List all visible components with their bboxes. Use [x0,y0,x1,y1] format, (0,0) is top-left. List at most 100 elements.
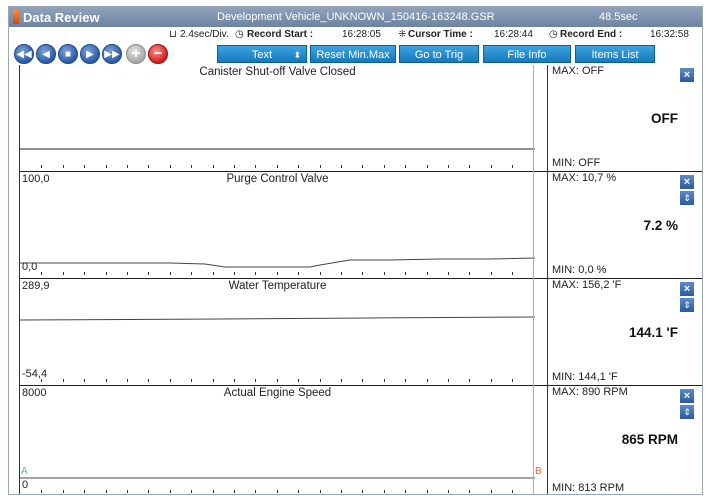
max-value: MAX: 890 RPM [552,386,628,398]
step-forward-icon: ▶ [86,49,94,60]
go-to-trig-button[interactable]: Go to Trig [399,45,479,63]
info-line: ⊔ 2.4sec/Div. ◷ Record Start : 16:28:05 … [9,27,702,42]
time-tick [490,272,492,275]
stop-button[interactable]: ■ [58,44,78,64]
step-forward-button[interactable]: ▶ [80,44,100,64]
time-tick [405,272,407,275]
scale-signal-button[interactable]: ⇕ [680,191,694,205]
time-tick [512,379,514,382]
time-tick [191,165,193,168]
scale-signal-button[interactable]: ⇕ [680,298,694,312]
fast-forward-icon: ▶▶ [104,49,120,60]
time-ticks [20,489,535,493]
close-signal-button[interactable]: × [680,282,694,296]
time-tick [405,379,407,382]
time-tick [490,379,492,382]
signal-plot[interactable]: Canister Shut-off Valve Closed [19,65,535,171]
time-tick [169,490,171,493]
remove-signal-button[interactable]: − [148,44,168,64]
min-value: MIN: OFF [552,157,601,169]
scale-signal-button[interactable]: ⇕ [680,405,694,419]
time-tick [169,272,171,275]
record-end-label: Record End : [560,29,623,40]
crosshair-icon: ⁜ [398,29,407,40]
time-tick [319,165,321,168]
time-tick [298,490,300,493]
signal-trace [20,148,535,150]
time-tick [341,379,342,382]
record-start-time: 16:28:05 [342,29,381,40]
cursor-time-label: Cursor Time : [408,29,473,40]
time-tick [490,490,492,493]
time-tick [255,272,257,275]
signal-plot[interactable]: 8000 Actual Engine Speed 0 [19,386,535,494]
graph-area[interactable]: Canister Shut-off Valve Closed MAX: OFF … [19,65,702,494]
time-per-div: 2.4sec/Div. [180,29,229,40]
time-tick [127,272,128,275]
text-select[interactable]: Text ⬍ [217,45,307,63]
time-tick [469,490,471,493]
time-tick [362,379,364,382]
items-list-button[interactable]: Items List [575,45,655,63]
time-tick [426,165,428,168]
time-tick [212,165,214,168]
plus-icon: + [131,45,141,62]
signal-panel: Canister Shut-off Valve Closed MAX: OFF … [19,65,702,171]
step-back-button[interactable]: ◀ [36,44,56,64]
time-tick [383,272,385,275]
app-title: Data Review [23,10,100,25]
file-name: Development Vehicle_UNKNOWN_150416-16324… [217,11,495,23]
time-tick [212,379,214,382]
time-ticks [20,271,535,275]
step-back-icon: ◀ [42,49,50,60]
signal-readout: MAX: OFF OFF MIN: OFF × [547,65,702,171]
time-tick [41,490,43,493]
time-tick [448,379,449,382]
close-signal-button[interactable]: × [680,68,694,82]
cursor-a-marker[interactable]: A [21,466,28,477]
fast-forward-button[interactable]: ▶▶ [102,44,122,64]
signal-readout: MAX: 156,2 'F 144.1 'F MIN: 144,1 'F × ⇕ [547,279,702,385]
signal-trace [20,316,535,321]
time-tick [234,165,235,168]
clock-icon: ◷ [235,29,244,40]
time-tick [319,379,321,382]
signal-plot[interactable]: 100,0 Purge Control Valve 0,0 [19,172,535,278]
max-value: MAX: 10,7 % [552,172,617,184]
time-tick [469,379,471,382]
close-signal-button[interactable]: × [680,389,694,403]
toolbar: ◀◀ ◀ ■ ▶ ▶▶ + − Text ⬍ Reset Min.Max Go … [9,43,702,65]
time-tick [105,272,107,275]
file-info-button[interactable]: File Info [483,45,571,63]
cursor-b-marker[interactable]: B [535,466,542,477]
current-value: OFF [651,111,678,126]
time-tick [276,272,278,275]
time-tick [127,490,128,493]
time-tick [512,490,514,493]
signal-plot[interactable]: 289,9 Water Temperature -54,4 [19,279,535,385]
cursor-line[interactable] [533,65,534,494]
stop-icon: ■ [64,49,72,60]
time-tick [84,272,86,275]
time-tick [41,379,43,382]
reset-minmax-button[interactable]: Reset Min.Max [310,45,396,63]
time-tick [383,490,385,493]
time-tick [105,165,107,168]
fast-rewind-button[interactable]: ◀◀ [14,44,34,64]
time-tick [341,272,342,275]
min-value: MIN: 144,1 'F [552,371,618,383]
time-tick [512,165,514,168]
updown-icon: ⬍ [293,50,301,60]
close-signal-button[interactable]: × [680,175,694,189]
time-tick [234,272,235,275]
time-tick [448,490,449,493]
time-div-icon: ⊔ [169,29,177,40]
add-signal-button[interactable]: + [126,44,146,64]
time-tick [212,490,214,493]
time-tick [362,165,364,168]
time-tick [191,490,193,493]
signal-readout: MAX: 890 RPM 865 RPM MIN: 813 RPM × ⇕ [547,386,702,494]
fast-rewind-icon: ◀◀ [16,49,32,60]
time-tick [84,165,86,168]
min-value: MIN: 0,0 % [552,264,607,276]
